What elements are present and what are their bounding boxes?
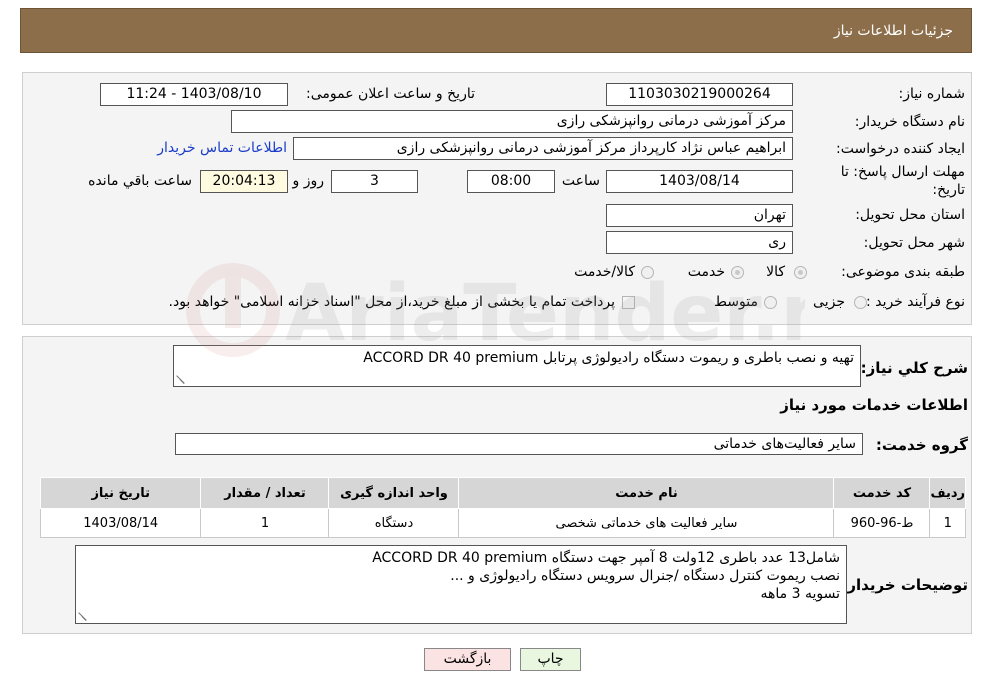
print-button[interactable]: چاپ [520,648,581,671]
deadline-time-label: ساعت [561,173,600,189]
page-title: جزئیات اطلاعات نیاز [833,23,953,39]
category-service-label: خدمت [687,264,725,280]
buyer-notes-textarea: شامل13 عدد باطری 12ولت 8 آمپر جهت دستگاه… [75,545,847,624]
announce-datetime-field: 1403/08/10 - 11:24 [100,83,288,106]
process-minor-label: جزیی [813,294,845,310]
deadline-date-field: 1403/08/14 [606,170,793,193]
category-goods-label: کالا [766,264,785,280]
days-remaining-field: 3 [331,170,418,193]
province-field: تهران [606,204,793,227]
remaining-time-field: 20:04:13 [200,170,288,193]
resize-grip-icon[interactable] [176,375,185,384]
summary-textarea: تهیه و نصب باطری و ریموت دستگاه رادیولوژ… [173,345,861,387]
cell-quantity: 1 [200,508,330,538]
treasury-payment-note: پرداخت تمام یا بخشی از مبلغ خرید،از محل … [168,294,615,310]
col-need-date: تاریخ نیاز [39,477,202,509]
days-label: روز و [292,173,325,189]
table-row: 1 ط-96-960 سایر فعالیت های خدماتی شخصی د… [39,508,966,538]
category-service-radio[interactable] [731,266,744,279]
category-goods-radio[interactable] [794,266,807,279]
buyer-notes-label: توضيحات خريدار: [841,576,968,594]
treasury-payment-checkbox[interactable] [622,296,635,309]
category-goods-service-radio[interactable] [641,266,654,279]
summary-text: تهیه و نصب باطری و ریموت دستگاه رادیولوژ… [363,350,854,366]
cell-row-number: 1 [929,508,966,538]
category-goods-service-label: کالا/خدمت [574,264,635,280]
buyer-notes-line: تسویه 3 ماهه [760,586,840,602]
services-heading: اطلاعات خدمات مورد نياز [780,396,968,414]
process-label: نوع فرآیند خرید : [866,294,965,310]
cell-need-date: 1403/08/14 [39,508,202,538]
service-group-label: گروه خدمت: [875,436,968,454]
remaining-time-label: ساعت باقي مانده [88,173,192,189]
buyer-label: نام دستگاه خریدار: [854,114,965,130]
process-minor-radio[interactable] [854,296,867,309]
creator-label: ایجاد کننده درخواست: [836,141,965,157]
service-group-field: سایر فعالیت‌های خدماتی [175,433,863,455]
cell-service-code: ط-96-960 [833,508,931,538]
col-unit: واحد اندازه گيری [328,477,460,509]
summary-label: شرح کلي نياز: [860,359,968,377]
table-header-row: رديف کد خدمت نام خدمت واحد اندازه گيری ت… [39,477,966,509]
province-label: استان محل تحویل: [855,207,965,223]
process-medium-radio[interactable] [764,296,777,309]
buyer-field: مرکز آموزشی درمانی روانپزشکی رازی [231,110,793,133]
cell-unit: دستگاه [328,508,460,538]
services-table: رديف کد خدمت نام خدمت واحد اندازه گيری ت… [39,477,966,538]
creator-field: ابراهیم عباس نژاد کارپرداز مرکز آموزشی د… [293,137,793,160]
page-header: جزئیات اطلاعات نیاز [20,8,972,53]
cell-service-name: سایر فعالیت های خدماتی شخصی [458,508,835,538]
deadline-time-field: 08:00 [467,170,555,193]
city-label: شهر محل تحویل: [863,235,965,251]
city-field: ری [606,231,793,254]
announce-label: تاریخ و ساعت اعلان عمومی: [306,86,475,102]
deadline-label: مهلت ارسال پاسخ: تا [840,164,965,180]
buyer-notes-line: شامل13 عدد باطری 12ولت 8 آمپر جهت دستگاه… [372,550,840,566]
need-number-label: شماره نیاز: [898,86,966,102]
col-row-number: رديف [929,477,966,509]
need-number-field: 1103030219000264 [606,83,793,106]
col-service-name: نام خدمت [458,477,835,509]
buyer-notes-line: نصب ریموت کنترل دستگاه /جنرال سرویس دستگ… [450,568,840,584]
buyer-contact-link[interactable]: اطلاعات تماس خریدار [157,140,287,156]
col-service-code: کد خدمت [833,477,931,509]
process-medium-label: متوسط [714,294,758,310]
deadline-label-date: تاریخ: [932,182,965,198]
back-button[interactable]: بازگشت [424,648,511,671]
category-label: طبقه بندی موضوعی: [841,264,965,280]
resize-grip-icon[interactable] [78,612,87,621]
col-quantity: تعداد / مقدار [200,477,330,509]
